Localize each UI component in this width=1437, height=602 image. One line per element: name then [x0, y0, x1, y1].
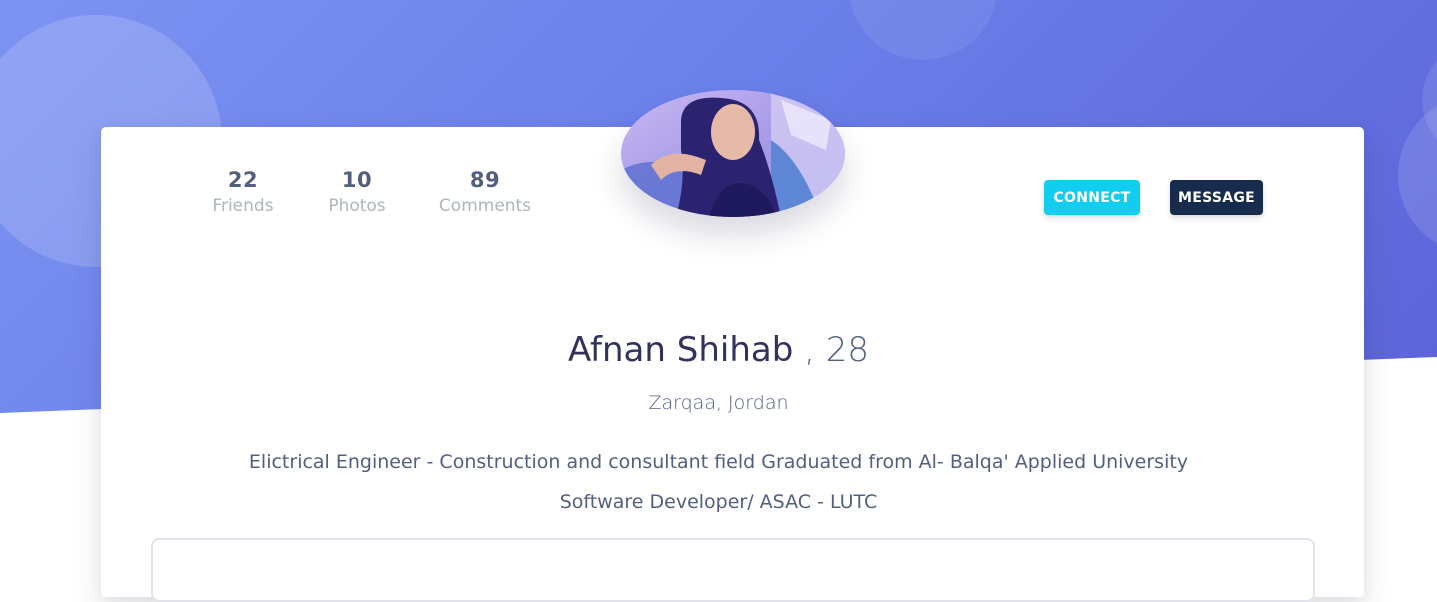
profile-bio-role: Software Developer/ ASAC - LUTC [559, 491, 878, 513]
profile-name-heading: Afnan Shihab , 28 [0, 330, 1437, 370]
stat-label: Comments [438, 196, 532, 216]
profile-bio-occupation: Elictrical Engineer - Construction and c… [248, 451, 1189, 473]
profile-photo-icon [621, 90, 845, 217]
avatar[interactable] [621, 90, 845, 217]
stat-value: 22 [227, 168, 259, 192]
profile-location: Zarqaa, Jordan [648, 392, 789, 414]
profile-age: , 28 [804, 330, 869, 370]
stat-value: 10 [341, 168, 373, 192]
stat-photos: 10 Photos [317, 168, 397, 216]
stat-label: Friends [212, 196, 274, 216]
message-button[interactable]: MESSAGE [1170, 180, 1263, 215]
stat-label: Photos [328, 196, 386, 216]
stat-value: 89 [469, 168, 501, 192]
profile-name: Afnan Shihab [567, 330, 794, 370]
stat-friends: 22 Friends [203, 168, 283, 216]
profile-content-panel [151, 538, 1315, 602]
connect-button[interactable]: CONNECT [1044, 180, 1140, 215]
stat-comments: 89 Comments [435, 168, 535, 216]
